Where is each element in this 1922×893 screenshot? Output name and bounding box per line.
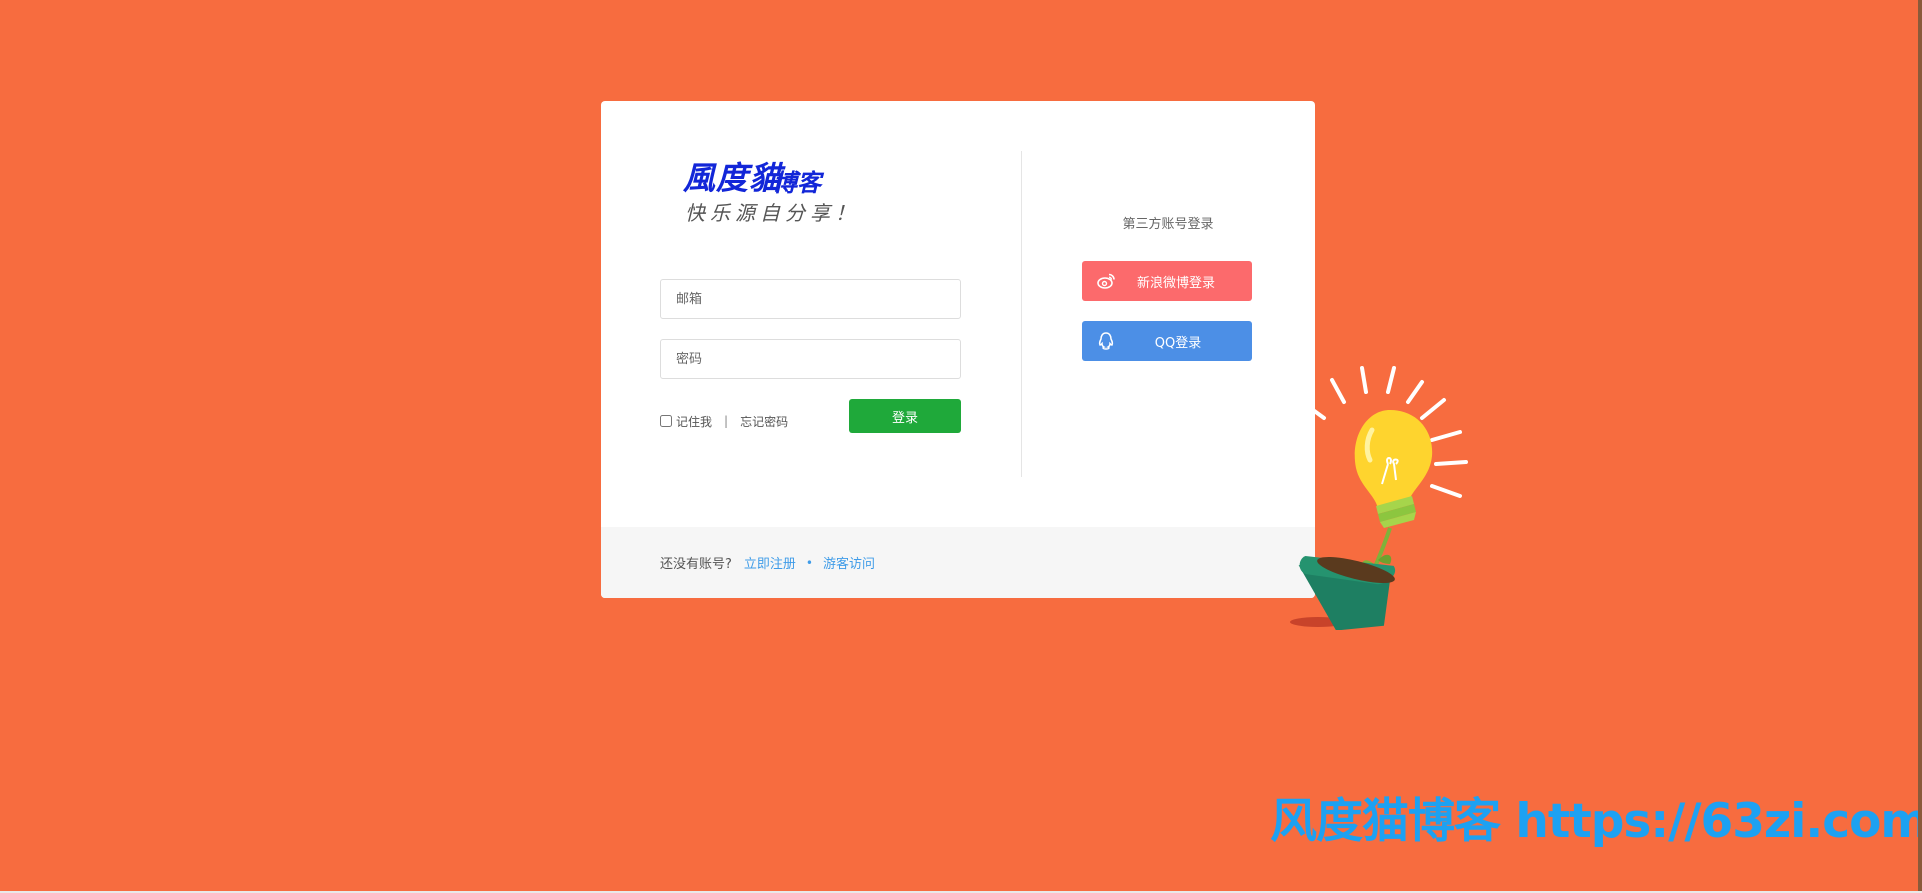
qq-login-button[interactable]: QQ登录 [1082,321,1252,361]
weibo-login-button[interactable]: 新浪微博登录 [1082,261,1252,301]
separator: | [724,414,729,428]
vertical-divider [1021,151,1022,477]
site-logo: 風度貓 博客 快乐源自分享！ [683,153,873,225]
weibo-login-label: 新浪微博登录 [1136,275,1215,291]
register-link[interactable]: 立即注册 [744,553,796,572]
no-account-text: 还没有账号? [660,557,732,572]
email-input[interactable] [660,279,961,319]
footer-dot: • [805,555,813,570]
password-input[interactable] [660,339,961,379]
login-card-body: 風度貓 博客 快乐源自分享！ 记住我 | 忘记密码 登录 第三方账号登录 新浪微… [601,101,1315,527]
forgot-password-link[interactable]: 忘记密码 [740,413,788,430]
site-watermark: 风度猫博客 https://63zi.com [1270,794,1922,849]
remember-row: 记住我 | 忘记密码 [660,411,788,431]
logo-slogan: 快乐源自分享！ [685,201,860,225]
login-card: 風度貓 博客 快乐源自分享！ 记住我 | 忘记密码 登录 第三方账号登录 新浪微… [601,101,1315,598]
remember-checkbox[interactable] [660,415,672,427]
weibo-icon [1097,273,1115,289]
third-party-title: 第三方账号登录 [1122,217,1214,232]
lightbulb-plant-illustration [1290,366,1468,630]
logo-title-small: 博客 [773,168,821,197]
remember-label[interactable]: 记住我 [676,413,712,430]
guest-access-link[interactable]: 游客访问 [823,553,875,572]
card-footer: 还没有账号? 立即注册 • 游客访问 [601,527,1315,598]
qq-login-label: QQ登录 [1154,335,1202,351]
qq-icon [1098,332,1114,350]
login-button[interactable]: 登录 [849,399,961,433]
logo-title: 風度貓 [683,159,783,197]
window-edge [1918,0,1922,893]
